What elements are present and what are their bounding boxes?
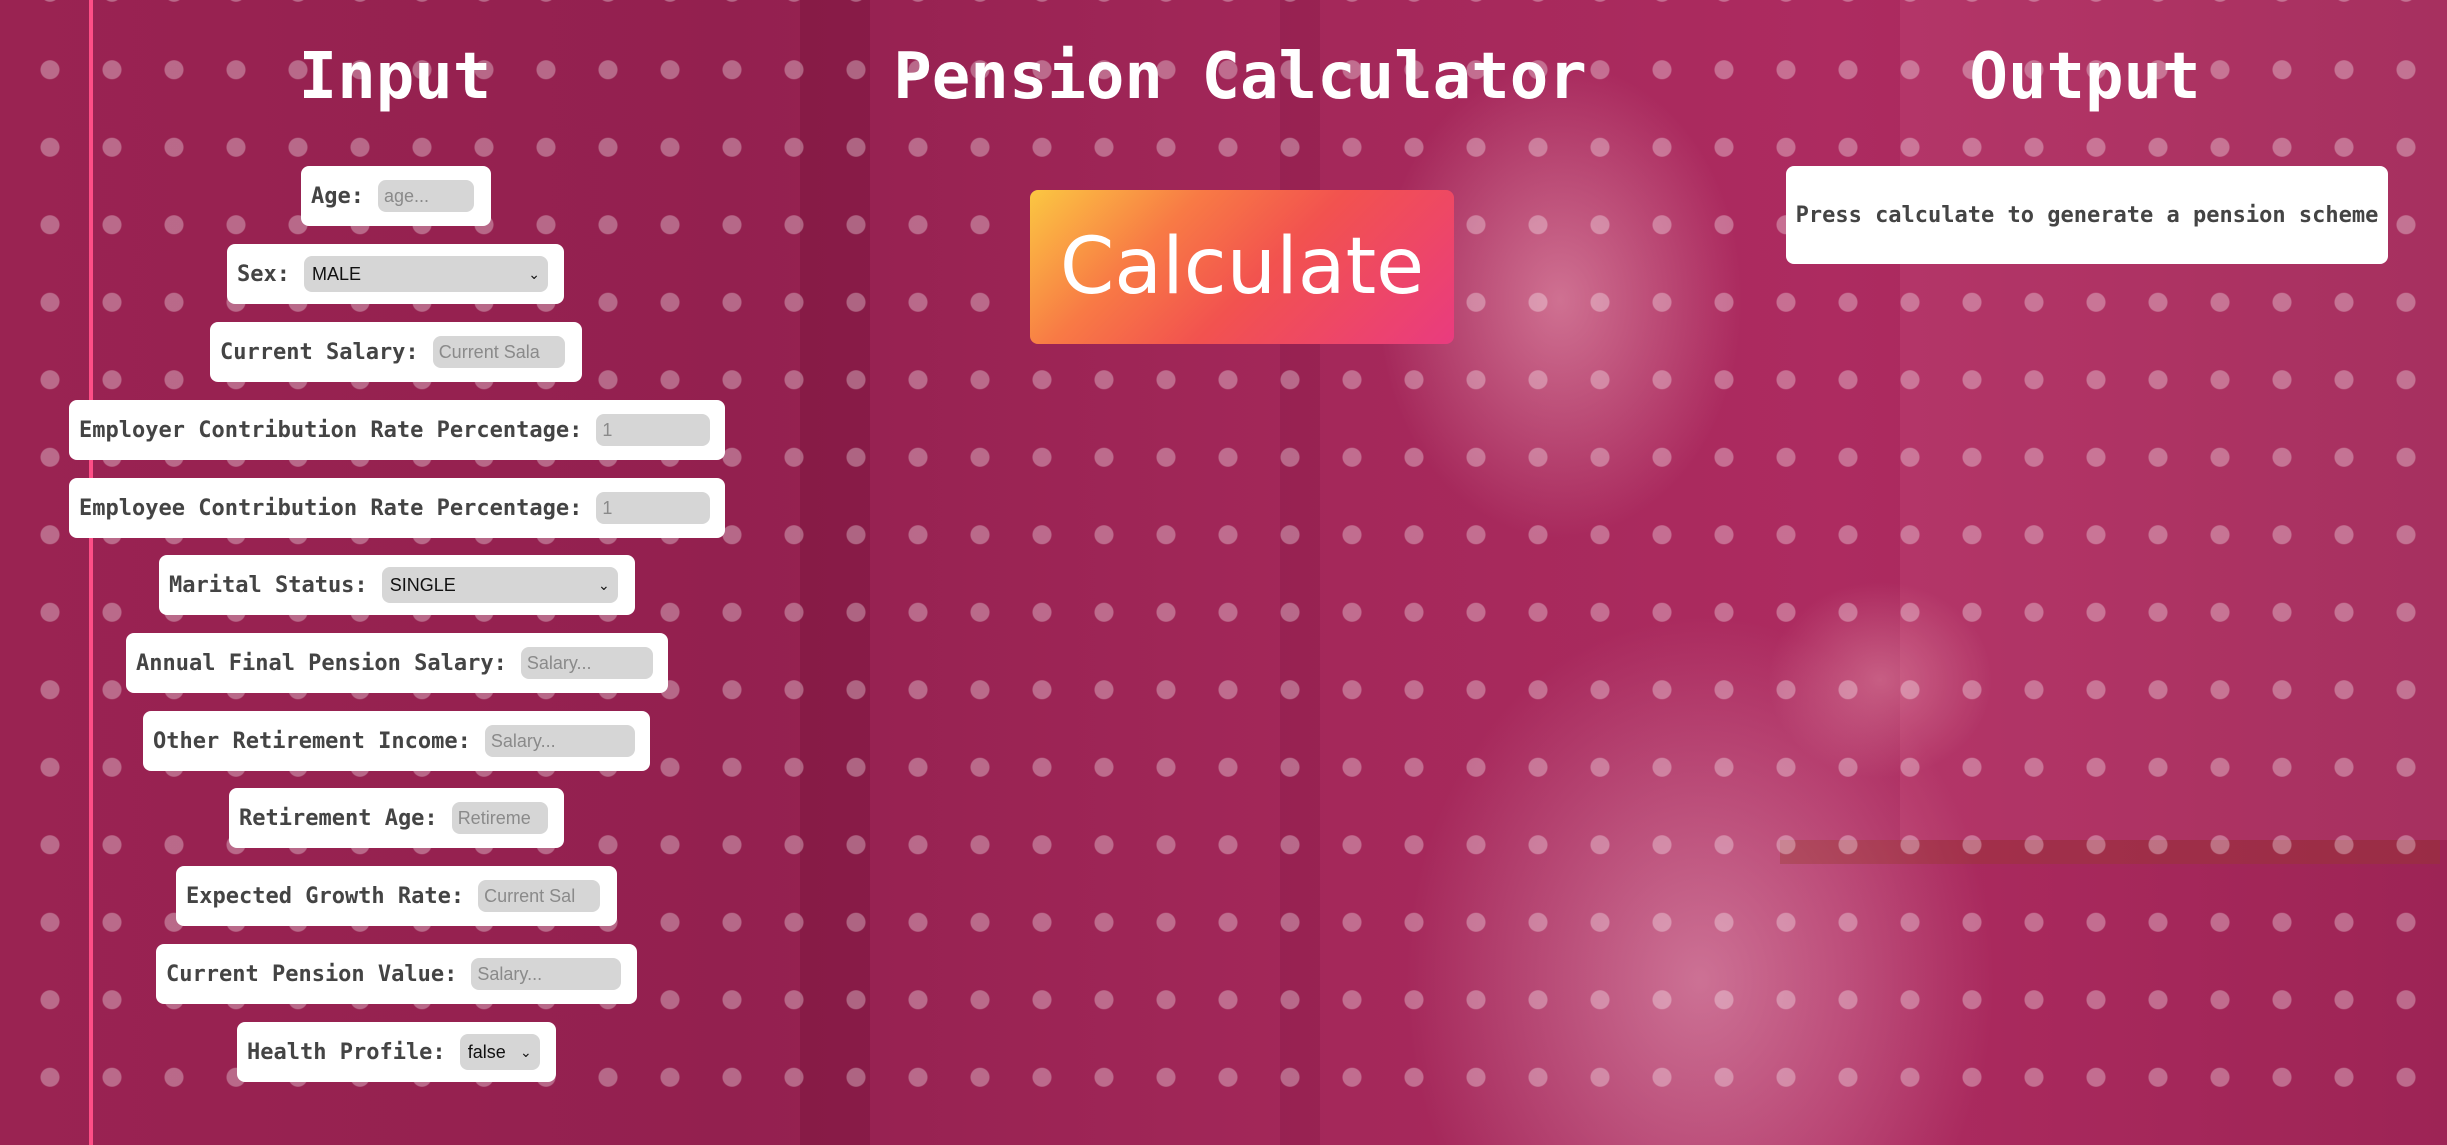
- final-salary-field: Annual Final Pension Salary: Salary...: [126, 633, 668, 693]
- output-text: Press calculate to generate a pension sc…: [1795, 202, 2379, 228]
- sex-field: Sex: MALE ⌄: [227, 244, 564, 304]
- retirement-age-input[interactable]: Retireme: [451, 802, 548, 834]
- other-income-field: Other Retirement Income: Salary...: [143, 711, 650, 771]
- current-salary-label: Current Salary:: [220, 339, 419, 365]
- input-heading: Input: [298, 40, 492, 114]
- age-field: Age: age...: [301, 166, 491, 226]
- output-box: Press calculate to generate a pension sc…: [1786, 166, 2388, 264]
- sex-select[interactable]: MALE ⌄: [303, 256, 548, 292]
- employee-rate-input[interactable]: 1: [596, 492, 711, 524]
- employee-rate-label: Employee Contribution Rate Percentage:: [79, 495, 583, 521]
- health-profile-select[interactable]: false ⌄: [459, 1034, 540, 1070]
- employer-rate-label: Employer Contribution Rate Percentage:: [79, 417, 583, 443]
- marital-status-value: SINGLE: [389, 574, 456, 595]
- health-profile-label: Health Profile:: [247, 1039, 446, 1065]
- employer-rate-field: Employer Contribution Rate Percentage: 1: [69, 400, 725, 460]
- health-profile-value: false: [467, 1041, 506, 1062]
- health-profile-field: Health Profile: false ⌄: [237, 1022, 556, 1082]
- marital-status-select[interactable]: SINGLE ⌄: [381, 567, 618, 603]
- chevron-down-icon: ⌄: [519, 1043, 532, 1060]
- growth-rate-field: Expected Growth Rate: Current Sal: [176, 866, 617, 926]
- current-salary-field: Current Salary: Current Sala: [210, 322, 582, 382]
- age-input[interactable]: age...: [377, 180, 474, 212]
- growth-rate-label: Expected Growth Rate:: [186, 883, 465, 909]
- retirement-age-label: Retirement Age:: [239, 805, 438, 831]
- pension-value-label: Current Pension Value:: [166, 961, 458, 987]
- retirement-age-field: Retirement Age: Retireme: [229, 788, 564, 848]
- marital-status-label: Marital Status:: [169, 572, 368, 598]
- marital-status-field: Marital Status: SINGLE ⌄: [159, 555, 635, 615]
- output-heading: Output: [1969, 40, 2201, 114]
- chevron-down-icon: ⌄: [528, 265, 540, 282]
- page-title: Pension Calculator: [893, 40, 1587, 114]
- other-income-label: Other Retirement Income:: [153, 728, 471, 754]
- chevron-down-icon: ⌄: [597, 576, 610, 593]
- sex-value: MALE: [311, 263, 362, 284]
- age-label: Age:: [311, 183, 364, 209]
- sex-label: Sex:: [237, 261, 290, 287]
- employer-rate-input[interactable]: 1: [596, 414, 711, 446]
- calculate-button[interactable]: Calculate: [1030, 190, 1454, 344]
- other-income-input[interactable]: Salary...: [484, 725, 635, 757]
- employee-rate-field: Employee Contribution Rate Percentage: 1: [69, 478, 725, 538]
- final-salary-label: Annual Final Pension Salary:: [136, 650, 507, 676]
- current-salary-input[interactable]: Current Sala: [432, 336, 565, 368]
- growth-rate-input[interactable]: Current Sal: [478, 880, 601, 912]
- final-salary-input[interactable]: Salary...: [520, 647, 653, 679]
- pension-value-field: Current Pension Value: Salary...: [156, 944, 637, 1004]
- pension-value-input[interactable]: Salary...: [471, 958, 622, 990]
- accent-line: [89, 0, 93, 1145]
